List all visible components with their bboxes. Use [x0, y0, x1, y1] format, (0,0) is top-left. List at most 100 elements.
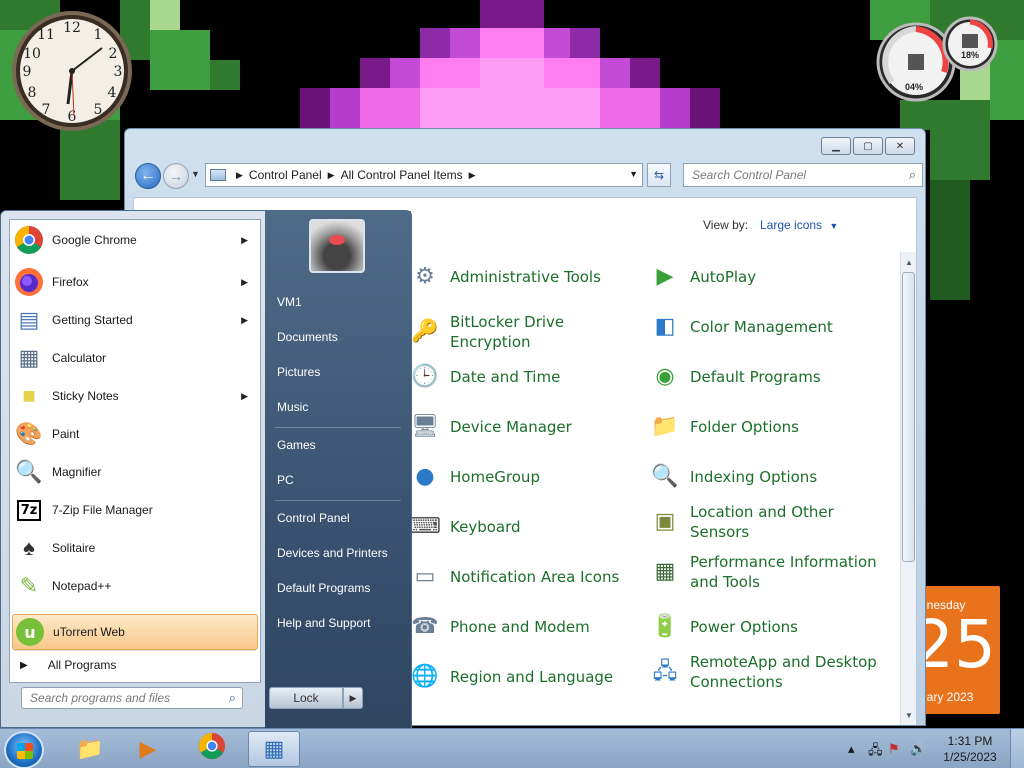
cp-item-keyboard[interactable]: ⌨ Keyboard: [409, 512, 630, 542]
cp-item-indexing-options[interactable]: 🔍 Indexing Options: [650, 462, 880, 492]
start-link-help-support[interactable]: Help and Support: [277, 616, 370, 630]
submenu-arrow-icon: ▶: [241, 390, 248, 401]
cp-item-bitlocker[interactable]: 🔑 BitLocker Drive Encryption: [410, 312, 640, 353]
bitlocker-icon: 🔑: [411, 319, 439, 345]
chevron-down-icon: ▼: [829, 221, 839, 231]
back-button[interactable]: ←: [135, 163, 161, 189]
scrollbar-thumb[interactable]: [902, 272, 915, 562]
remoteapp-icon: 🖧: [652, 659, 678, 685]
close-button[interactable]: ✕: [885, 137, 915, 155]
start-link-games[interactable]: Games: [277, 438, 316, 452]
submenu-arrow-icon: ▶: [241, 276, 248, 287]
clock-gadget[interactable]: 12 1 2 3 45 6 78 9 10 11: [10, 8, 140, 134]
search-input[interactable]: Search Control Panel ⌕: [683, 163, 923, 187]
start-item-7zip[interactable]: 7z 7-Zip File Manager: [12, 492, 258, 528]
cpu-meter-gadget[interactable]: 04% 18%: [872, 8, 1002, 102]
start-link-pc[interactable]: PC: [277, 473, 294, 487]
breadcrumb-separator-icon[interactable]: ▶: [469, 170, 476, 181]
cp-item-location-sensors[interactable]: ▣ Location and Other Sensors: [650, 502, 850, 543]
cp-item-phone-modem[interactable]: ☎ Phone and Modem: [410, 612, 630, 642]
address-dropdown-icon[interactable]: ▼: [629, 169, 638, 179]
7zip-icon: 7z: [12, 493, 46, 527]
cp-item-power-options[interactable]: 🔋 Power Options: [650, 612, 880, 642]
start-item-utorrent-web[interactable]: u uTorrent Web: [12, 614, 258, 650]
start-right-divider: [275, 427, 401, 428]
start-item-label: Getting Started: [52, 313, 133, 327]
cp-item-label: Folder Options: [690, 417, 799, 436]
taskbar-control-panel[interactable]: ▦: [248, 731, 300, 767]
cp-item-date-time[interactable]: 🕒 Date and Time: [410, 362, 630, 392]
all-programs-button[interactable]: ▶ All Programs: [20, 658, 116, 672]
volume-icon[interactable]: 🔊: [910, 741, 926, 757]
cp-item-notification-area[interactable]: ▭ Notification Area Icons: [410, 562, 630, 592]
cp-item-performance[interactable]: ▦ Performance Information and Tools: [650, 552, 880, 593]
clock-time[interactable]: 1:31 PM: [940, 734, 1000, 748]
phone-modem-icon: ☎: [411, 614, 439, 640]
cp-item-color-management[interactable]: ◧ Color Management: [650, 312, 880, 342]
network-icon[interactable]: 🖧: [868, 741, 883, 763]
breadcrumb-all-items[interactable]: All Control Panel Items: [341, 168, 463, 182]
breadcrumb-separator-icon[interactable]: ▶: [328, 170, 335, 181]
cp-item-label: Keyboard: [450, 517, 521, 536]
utorrent-icon: u: [13, 615, 47, 649]
start-item-solitaire[interactable]: ♠ Solitaire: [12, 530, 258, 566]
taskbar-media-player[interactable]: ▶: [122, 731, 174, 767]
start-item-notepadpp[interactable]: ✎ Notepad++: [12, 568, 258, 604]
cp-item-region-language[interactable]: 🌐 Region and Language: [410, 662, 630, 692]
start-button[interactable]: [4, 731, 44, 768]
cp-item-label: Notification Area Icons: [450, 567, 620, 586]
file-explorer-icon: 📁: [76, 736, 104, 761]
taskbar-file-explorer[interactable]: 📁: [64, 731, 116, 767]
show-desktop-button[interactable]: [1010, 729, 1024, 768]
address-bar[interactable]: ▶ Control Panel ▶ All Control Panel Item…: [205, 163, 643, 187]
start-item-calculator[interactable]: ▦ Calculator: [12, 340, 258, 376]
start-link-default-programs[interactable]: Default Programs: [277, 581, 370, 595]
autoplay-icon: ▶: [656, 264, 674, 290]
search-icon[interactable]: ⌕: [909, 167, 916, 183]
breadcrumb-separator-icon[interactable]: ▶: [236, 170, 243, 181]
user-avatar[interactable]: [309, 219, 365, 273]
start-item-sticky-notes[interactable]: ■ Sticky Notes ▶: [12, 378, 258, 414]
start-search-input[interactable]: Search programs and files ⌕: [21, 687, 243, 709]
scroll-down-icon[interactable]: ▼: [901, 707, 917, 723]
start-link-documents[interactable]: Documents: [277, 330, 338, 344]
start-link-devices-printers[interactable]: Devices and Printers: [277, 546, 388, 560]
view-by-label: View by:: [703, 218, 749, 232]
cp-item-default-programs[interactable]: ◉ Default Programs: [650, 362, 880, 392]
maximize-button[interactable]: ▢: [853, 137, 883, 155]
start-item-google-chrome[interactable]: Google Chrome ▶: [12, 222, 258, 258]
start-link-pictures[interactable]: Pictures: [277, 365, 320, 379]
cp-item-autoplay[interactable]: ▶ AutoPlay: [650, 262, 880, 292]
cp-item-administrative-tools[interactable]: ⚙ Administrative Tools: [410, 262, 630, 292]
minimize-button[interactable]: ▁: [821, 137, 851, 155]
view-by-dropdown[interactable]: Large icons ▼: [760, 218, 838, 232]
cp-item-homegroup[interactable]: ● HomeGroup: [410, 462, 630, 492]
shutdown-options-button[interactable]: ▶: [343, 687, 363, 709]
start-link-music[interactable]: Music: [277, 400, 308, 414]
search-icon[interactable]: ⌕: [229, 690, 236, 706]
show-hidden-icons-icon[interactable]: ▴: [848, 741, 855, 757]
taskbar-chrome[interactable]: [186, 731, 238, 767]
start-item-label: Magnifier: [52, 465, 102, 479]
calendar-gadget[interactable]: dnesday 25 uary 2023: [920, 586, 1000, 714]
scroll-up-icon[interactable]: ▲: [901, 254, 917, 270]
recent-pages-dropdown[interactable]: ▼: [191, 169, 200, 179]
cp-item-device-manager[interactable]: 🖥 Device Manager: [410, 412, 630, 442]
start-item-magnifier[interactable]: 🔍 Magnifier: [12, 454, 258, 490]
forward-button[interactable]: →: [163, 163, 189, 189]
start-item-firefox[interactable]: Firefox ▶: [12, 264, 258, 300]
start-item-paint[interactable]: 🎨 Paint: [12, 416, 258, 452]
refresh-button[interactable]: ⇆: [647, 163, 671, 187]
clock-date[interactable]: 1/25/2023: [940, 750, 1000, 764]
svg-text:12: 12: [63, 20, 81, 36]
start-item-getting-started[interactable]: ▤ Getting Started ▶: [12, 302, 258, 338]
action-center-icon[interactable]: ⚑: [888, 741, 900, 757]
cp-item-remoteapp[interactable]: 🖧 RemoteApp and Desktop Connections: [650, 652, 880, 693]
start-item-label: Calculator: [52, 351, 107, 365]
breadcrumb-control-panel[interactable]: Control Panel: [249, 168, 322, 182]
start-link-control-panel[interactable]: Control Panel: [277, 511, 350, 525]
lock-button[interactable]: Lock: [269, 687, 343, 709]
start-link-user[interactable]: VM1: [277, 295, 302, 309]
vertical-scrollbar[interactable]: ▲ ▼: [900, 252, 916, 725]
cp-item-folder-options[interactable]: 📁 Folder Options: [650, 412, 880, 442]
